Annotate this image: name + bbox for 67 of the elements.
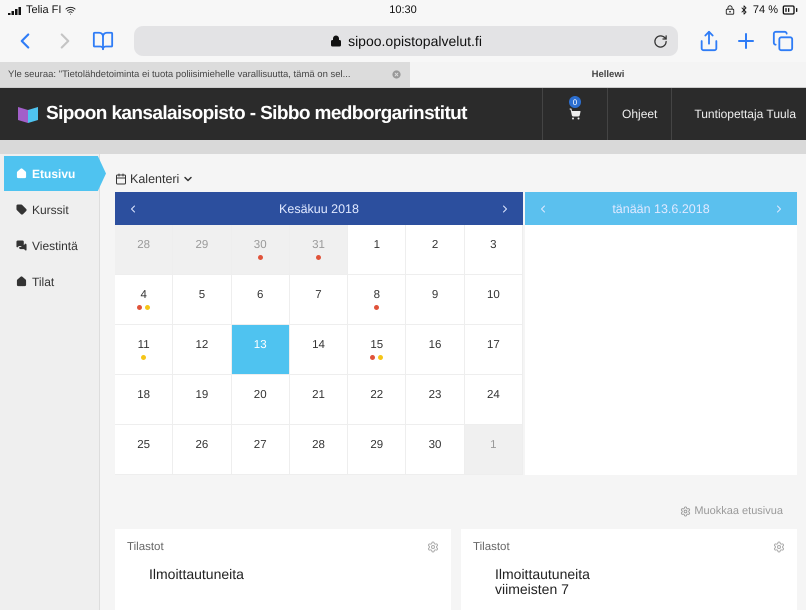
- address-field[interactable]: sipoo.opistopalvelut.fi: [134, 26, 678, 56]
- day-cell[interactable]: 4: [115, 275, 174, 325]
- day-cell[interactable]: 20: [232, 375, 290, 425]
- day-cell[interactable]: 24: [464, 375, 523, 425]
- day-cell[interactable]: 8: [348, 275, 406, 325]
- day-cell[interactable]: 14: [290, 325, 348, 375]
- close-icon[interactable]: [391, 69, 402, 80]
- rotation-lock-icon: [724, 5, 735, 15]
- reload-icon[interactable]: [653, 34, 668, 49]
- view-dropdown[interactable]: Kalenteri: [115, 172, 194, 186]
- cart-count-badge: 0: [569, 96, 582, 108]
- today-title: tänään 13.6.2018: [612, 202, 710, 216]
- signal-icon: [8, 6, 22, 14]
- card-text: Ilmoittautuneita: [494, 567, 591, 582]
- month-title: Kesäkuu 2018: [279, 202, 359, 216]
- day-cell[interactable]: 21: [290, 375, 348, 425]
- day-cell[interactable]: 28: [290, 425, 348, 475]
- bookmarks-icon[interactable]: [92, 30, 114, 52]
- bluetooth-icon: [738, 5, 749, 15]
- day-cell[interactable]: 23: [406, 375, 465, 425]
- day-cell[interactable]: 17: [464, 325, 523, 375]
- day-cell[interactable]: 10: [464, 275, 523, 325]
- calendar-icon: [115, 173, 127, 185]
- card-text: viimeisten 7: [494, 582, 570, 597]
- carrier-name: Telia FI: [26, 4, 62, 16]
- tag-icon: [16, 204, 27, 215]
- day-cell[interactable]: 12: [173, 325, 232, 375]
- day-cell[interactable]: 1: [348, 225, 406, 275]
- day-cell[interactable]: 15: [348, 325, 406, 375]
- settings-icon[interactable]: [773, 541, 785, 553]
- nav-item[interactable]: Tilat: [4, 264, 94, 299]
- day-cell[interactable]: 16: [406, 325, 465, 375]
- day-cell[interactable]: 30: [406, 425, 465, 475]
- day-cell[interactable]: 18: [115, 375, 174, 425]
- tabs-icon[interactable]: [772, 30, 794, 52]
- nav-item[interactable]: Kurssit: [4, 192, 94, 227]
- share-icon[interactable]: [698, 30, 720, 52]
- card-title: Tilastot: [473, 541, 510, 553]
- day-cell[interactable]: 2: [406, 225, 465, 275]
- day-cell[interactable]: 25: [115, 425, 174, 475]
- day-cell[interactable]: 7: [290, 275, 348, 325]
- battery-percent: 74 %: [752, 4, 778, 16]
- day-cell[interactable]: 26: [173, 425, 232, 475]
- gear-icon: [680, 506, 692, 516]
- cart-icon: [569, 108, 582, 120]
- home-icon: [16, 168, 27, 179]
- clock-time: 10:30: [389, 4, 417, 16]
- chat-icon: [16, 240, 27, 251]
- settings-icon[interactable]: [427, 541, 439, 553]
- site-title: Sipoon kansalaisopisto - Sibbo medborgarinstitut: [46, 103, 467, 125]
- day-cell[interactable]: 11: [115, 325, 174, 375]
- day-cell[interactable]: 5: [173, 275, 232, 325]
- day-cell[interactable]: 6: [232, 275, 290, 325]
- day-cell[interactable]: 3: [464, 225, 523, 275]
- day-cell[interactable]: 9: [406, 275, 465, 325]
- home-icon: [16, 276, 27, 287]
- wifi-icon: [65, 4, 76, 16]
- day-cell[interactable]: 27: [232, 425, 290, 475]
- nav-item[interactable]: Viestintä: [4, 228, 94, 263]
- card-text: Ilmoittautuneita: [148, 567, 245, 582]
- lock-icon: [330, 35, 342, 47]
- card-title: Tilastot: [127, 541, 164, 553]
- logo-icon: [18, 105, 38, 123]
- day-cell[interactable]: 19: [173, 375, 232, 425]
- day-cell[interactable]: 29: [348, 425, 406, 475]
- browser-tab[interactable]: Yle seuraa: "Tietolähdetoiminta ei tuota poliisimiehelle varallisuutta, tämä on sel...: [0, 62, 410, 87]
- day-cell[interactable]: 22: [348, 375, 406, 425]
